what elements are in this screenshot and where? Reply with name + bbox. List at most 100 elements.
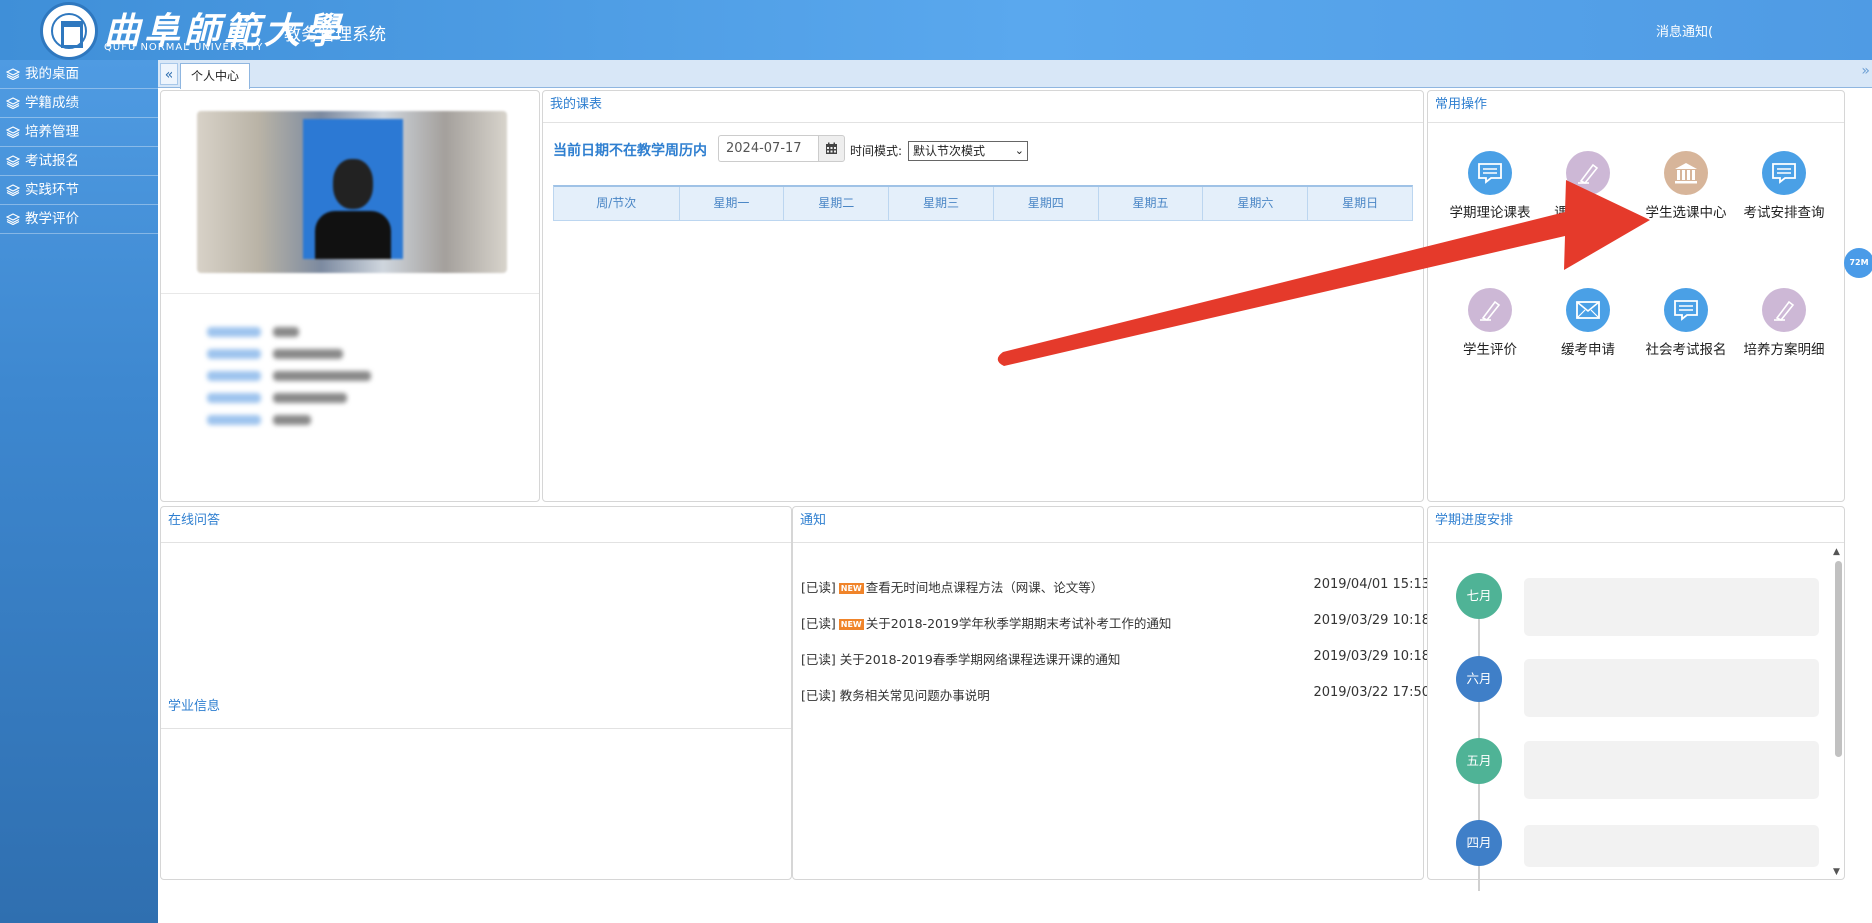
op-label: 缓考申请 (1561, 342, 1615, 358)
notice-date: 2019/03/29 10:18 (1313, 649, 1430, 664)
sidebar-item-training[interactable]: 培养管理 (0, 118, 158, 147)
column-header: 星期三 (888, 187, 993, 220)
message-icon (1664, 288, 1708, 332)
week-status-message: 当前日期不在教学周历内 (553, 143, 707, 159)
profile-panel (160, 90, 540, 502)
sidebar-item-label: 教学评价 (25, 211, 79, 227)
sidebar-item-status-grades[interactable]: 学籍成绩 (0, 89, 158, 118)
calendar-button[interactable] (818, 135, 845, 162)
academic-info-section: 学业信息 (161, 693, 791, 729)
time-mode-select[interactable]: 默认节次模式 ⌄ (908, 141, 1028, 161)
column-header: 周/节次 (596, 196, 637, 210)
sidebar: 我的桌面 学籍成绩 培养管理 考试报名 实践环节 教学评价 (0, 60, 158, 923)
column-header: 星期六 (1202, 187, 1307, 220)
pen-icon (1468, 288, 1512, 332)
op-label: 课程成绩查 (1554, 205, 1622, 221)
op-label: 学期理论课表 (1449, 205, 1531, 221)
op-student-evaluation[interactable]: 学生评价 (1444, 288, 1536, 360)
tab-personal-center[interactable]: 个人中心 (180, 63, 250, 89)
op-social-exam-registration[interactable]: 社会考试报名 (1640, 288, 1732, 360)
pen-icon (1762, 288, 1806, 332)
message-notice-link[interactable]: 消息通知( (1656, 21, 1713, 40)
op-deferred-exam-application[interactable]: 缓考申请 (1542, 288, 1634, 360)
scrollbar-thumb[interactable] (1835, 561, 1842, 757)
notice-date: 2019/04/01 15:13 (1313, 577, 1430, 592)
sidebar-item-label: 培养管理 (25, 124, 79, 140)
message-icon (1762, 151, 1806, 195)
panel-title: 常用操作 (1428, 91, 1844, 123)
notice-title: 教务相关常见问题办事说明 (839, 688, 990, 703)
notice-item[interactable]: [已读] NEW 查看无时间地点课程方法（网课、论文等） 2019/04/01 15… (801, 577, 1430, 596)
scroll-down-arrow[interactable]: ▼ (1833, 867, 1840, 877)
column-header: 星期日 (1307, 187, 1412, 220)
op-course-grade-query[interactable]: 课程成绩查 (1542, 151, 1634, 223)
notice-date: 2019/03/29 10:18 (1313, 613, 1430, 628)
layers-icon (6, 97, 20, 109)
floating-memory-badge[interactable]: 72M (1844, 248, 1872, 278)
layers-icon (6, 68, 20, 80)
read-status: [已读] (801, 688, 836, 703)
panel-title: 在线问答 (161, 507, 791, 543)
notice-item[interactable]: [已读] NEW 关于2018-2019学年秋季学期期末考试补考工作的通知 2019… (801, 613, 1430, 632)
notice-title: 关于2018-2019春季学期网络课程选课开课的通知 (839, 652, 1121, 667)
op-training-plan-details[interactable]: 培养方案明细 (1738, 288, 1830, 360)
sidebar-item-label: 我的桌面 (25, 66, 79, 82)
op-label: 学生评价 (1463, 342, 1517, 358)
read-status: [已读] (801, 616, 836, 631)
read-status: [已读] (801, 580, 836, 595)
time-mode-label: 时间模式: (850, 144, 903, 158)
online-qa-panel: 在线问答 学业信息 (160, 506, 792, 880)
layers-icon (6, 155, 20, 167)
university-name-en: QUFU NORMAL UNIVERSITY (104, 42, 264, 53)
calendar-icon (826, 142, 837, 154)
sidebar-item-teaching-evaluation[interactable]: 教学评价 (0, 205, 158, 234)
op-label: 培养方案明细 (1743, 342, 1825, 358)
op-course-selection-center[interactable]: 学生选课中心 (1640, 151, 1732, 223)
panel-title: 学期进度安排 (1428, 507, 1844, 543)
notice-item[interactable]: [已读] 关于2018-2019春季学期网络课程选课开课的通知 2019/03/… (801, 649, 1430, 668)
panel-title: 学业信息 (161, 693, 791, 729)
collapse-sidebar-button[interactable]: « (160, 63, 178, 85)
system-title: 教务管理系统 (284, 25, 386, 45)
month-content (1524, 659, 1819, 717)
new-badge: NEW (838, 619, 864, 630)
notice-item[interactable]: [已读] 教务相关常见问题办事说明 2019/03/22 17:50 (801, 685, 1430, 704)
sidebar-item-practice[interactable]: 实践环节 (0, 176, 158, 205)
new-badge: NEW (838, 583, 864, 594)
op-label: 社会考试报名 (1645, 342, 1727, 358)
month-marker: 四月 (1456, 820, 1502, 866)
sidebar-item-exam-registration[interactable]: 考试报名 (0, 147, 158, 176)
op-label: 学生选课中心 (1645, 205, 1727, 221)
column-header: 星期一 (678, 187, 784, 220)
chevron-down-icon: ⌄ (1014, 144, 1024, 157)
schedule-table-header: 周/节次 星期一 星期二 星期三 星期四 星期五 星期六 星期日 (553, 185, 1413, 221)
student-photo (197, 111, 507, 273)
month-content (1524, 741, 1819, 799)
message-icon (1468, 151, 1512, 195)
common-operations-panel: 常用操作 学期理论课表 课程成绩查 学生选课中心 考试安排查询 学生评价 缓考申… (1427, 90, 1845, 502)
notice-date: 2019/03/22 17:50 (1313, 685, 1430, 700)
notice-title: 关于2018-2019学年秋季学期期末考试补考工作的通知 (865, 616, 1172, 631)
sidebar-item-label: 考试报名 (25, 153, 79, 169)
sidebar-item-desktop[interactable]: 我的桌面 (0, 60, 158, 89)
column-header: 星期五 (1097, 187, 1203, 220)
panel-title: 我的课表 (543, 91, 1423, 123)
op-semester-timetable[interactable]: 学期理论课表 (1444, 151, 1536, 223)
my-schedule-panel: 我的课表 当前日期不在教学周历内 2024-07-17 时间模式: 默认节次模式… (542, 90, 1424, 502)
op-label: 考试安排查询 (1743, 205, 1825, 221)
date-input[interactable]: 2024-07-17 (718, 135, 818, 162)
top-header: 曲阜師範大學 QUFU NORMAL UNIVERSITY 教务管理系统 消息通… (0, 0, 1872, 60)
scrollbar[interactable]: ▲ ▼ (1832, 547, 1844, 877)
pen-icon (1566, 151, 1610, 195)
column-header: 星期二 (783, 187, 888, 220)
op-exam-arrangement-query[interactable]: 考试安排查询 (1738, 151, 1830, 223)
tab-scroll-right-button[interactable]: » (1861, 63, 1870, 79)
column-header: 星期四 (992, 187, 1098, 220)
scroll-up-arrow[interactable]: ▲ (1833, 547, 1840, 557)
tab-bar: « 个人中心 » (158, 60, 1872, 89)
panel-title: 通知 (793, 507, 1423, 543)
month-marker: 五月 (1456, 738, 1502, 784)
layers-icon (6, 213, 20, 225)
bank-icon (1664, 151, 1708, 195)
month-marker: 六月 (1456, 656, 1502, 702)
